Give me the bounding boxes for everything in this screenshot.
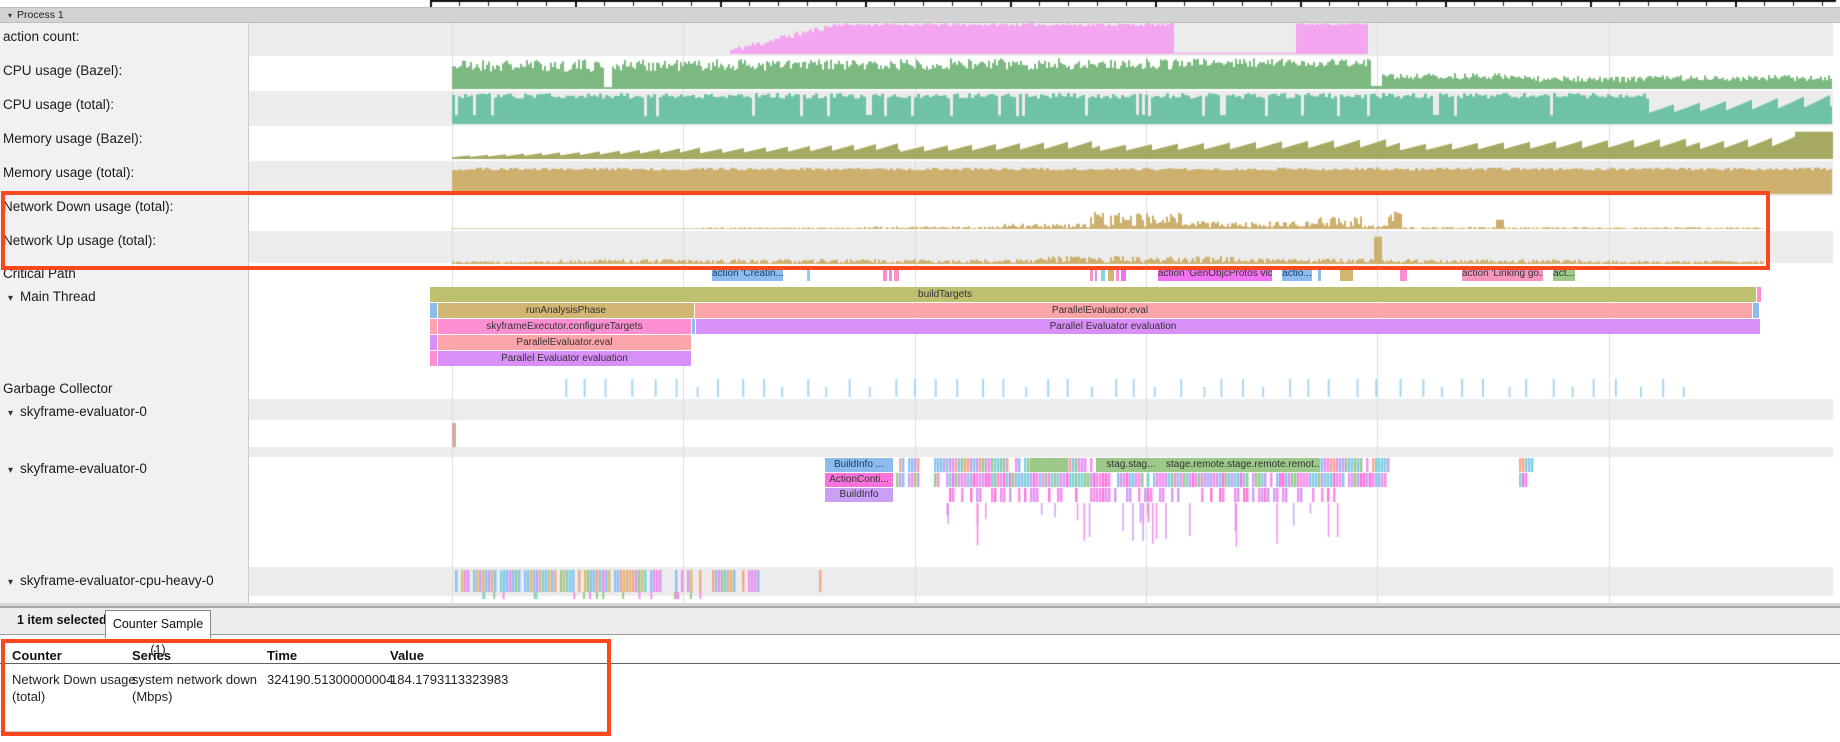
track-label-text: Memory usage (Bazel): xyxy=(3,131,143,146)
main-thread-slice[interactable] xyxy=(430,319,437,334)
track-label-text: skyframe-evaluator-cpu-heavy-0 xyxy=(20,573,214,588)
sidebar-track-cpu-usage-bazel: CPU usage (Bazel): xyxy=(3,62,122,80)
collapse-arrow-icon: ▾ xyxy=(8,11,12,20)
track-sidebar: action count: CPU usage (Bazel): CPU usage… xyxy=(0,21,249,603)
main-thread-slice[interactable] xyxy=(430,303,437,318)
main-thread-slice[interactable] xyxy=(692,319,695,334)
main-thread-slice[interactable]: buildTargets xyxy=(430,287,1756,302)
evaluator-slice[interactable]: stag.stag... xyxy=(1096,458,1166,472)
track-label-text: Main Thread xyxy=(20,289,96,304)
expand-arrow-icon[interactable]: ▾ xyxy=(8,408,13,419)
slice-label: ParallelEvaluator.eval xyxy=(1052,303,1148,318)
track-label-text: CPU usage (Bazel): xyxy=(3,63,122,78)
main-thread-slice[interactable] xyxy=(1757,287,1761,302)
track-label-text: Memory usage (total): xyxy=(3,165,134,180)
slice-label: buildTargets xyxy=(918,287,972,302)
main-thread-slice[interactable] xyxy=(430,335,437,350)
highlight-box-1 xyxy=(1,191,1770,270)
expand-arrow-icon[interactable]: ▾ xyxy=(8,465,13,476)
main-thread-slice[interactable]: skyframeExecutor.configureTargets xyxy=(438,319,691,334)
sidebar-track-skyframe-evaluator-0[interactable]: ▾ skyframe-evaluator-0 xyxy=(8,460,147,478)
sidebar-track-action-count: action count: xyxy=(3,28,80,46)
main-thread-slice[interactable]: ParallelEvaluator.eval xyxy=(695,303,1752,318)
slice-label: Parallel Evaluator evaluation xyxy=(1050,319,1177,334)
main-thread-slice[interactable] xyxy=(1753,303,1759,318)
expand-arrow-icon[interactable]: ▾ xyxy=(8,577,13,588)
highlight-box-2 xyxy=(1,639,611,736)
track-label-text: action count: xyxy=(3,29,80,44)
sidebar-track-memory-usage-total: Memory usage (total): xyxy=(3,164,134,182)
sidebar-track-memory-usage-bazel: Memory usage (Bazel): xyxy=(3,130,143,148)
track-label-text: Garbage Collector xyxy=(3,381,113,396)
track-label-text: skyframe-evaluator-0 xyxy=(20,461,147,476)
process-header[interactable]: ▾ Process 1 xyxy=(0,7,1840,23)
main-thread-slice[interactable]: Parallel Evaluator evaluation xyxy=(696,319,1760,334)
sidebar-track-cpu-usage-total: CPU usage (total): xyxy=(3,96,114,114)
selection-status: 1 item selected. xyxy=(17,613,110,627)
main-thread-slice[interactable]: Parallel Evaluator evaluation xyxy=(438,351,691,366)
expand-arrow-icon[interactable]: ▾ xyxy=(8,293,13,304)
details-tabbar xyxy=(0,608,1840,634)
main-thread-slice[interactable] xyxy=(430,351,437,366)
evaluator-slice[interactable]: BuildInfo xyxy=(825,488,893,502)
sidebar-track-garbage-collector: Garbage Collector xyxy=(3,380,113,398)
sidebar-track-main-thread[interactable]: ▾ Main Thread xyxy=(8,288,96,306)
evaluator-slice[interactable]: stage.remote.stage.remote.remot... xyxy=(1166,458,1320,472)
main-thread-slice[interactable]: runAnalysisPhase xyxy=(438,303,694,318)
track-label-text: CPU usage (total): xyxy=(3,97,114,112)
tabbar-border xyxy=(0,634,1840,635)
process-title: Process 1 xyxy=(17,9,64,21)
evaluator-slice[interactable]: BuildInfo ... xyxy=(825,458,893,472)
tab-counter-sample[interactable]: Counter Sample (1) xyxy=(105,610,211,638)
sidebar-track-skyframe-evaluator-0[interactable]: ▾ skyframe-evaluator-0 xyxy=(8,403,147,421)
evaluator-slice[interactable]: ActionConti... xyxy=(825,473,893,487)
evaluator-slice[interactable] xyxy=(1030,458,1068,472)
sidebar-track-skyframe-evaluator-cpu-heavy-0[interactable]: ▾ skyframe-evaluator-cpu-heavy-0 xyxy=(8,572,214,590)
main-thread-slice[interactable]: ParallelEvaluator.eval xyxy=(438,335,691,350)
track-label-text: skyframe-evaluator-0 xyxy=(20,404,147,419)
trace-viewer-window: action count: CPU usage (Bazel): CPU usage… xyxy=(0,0,1840,742)
